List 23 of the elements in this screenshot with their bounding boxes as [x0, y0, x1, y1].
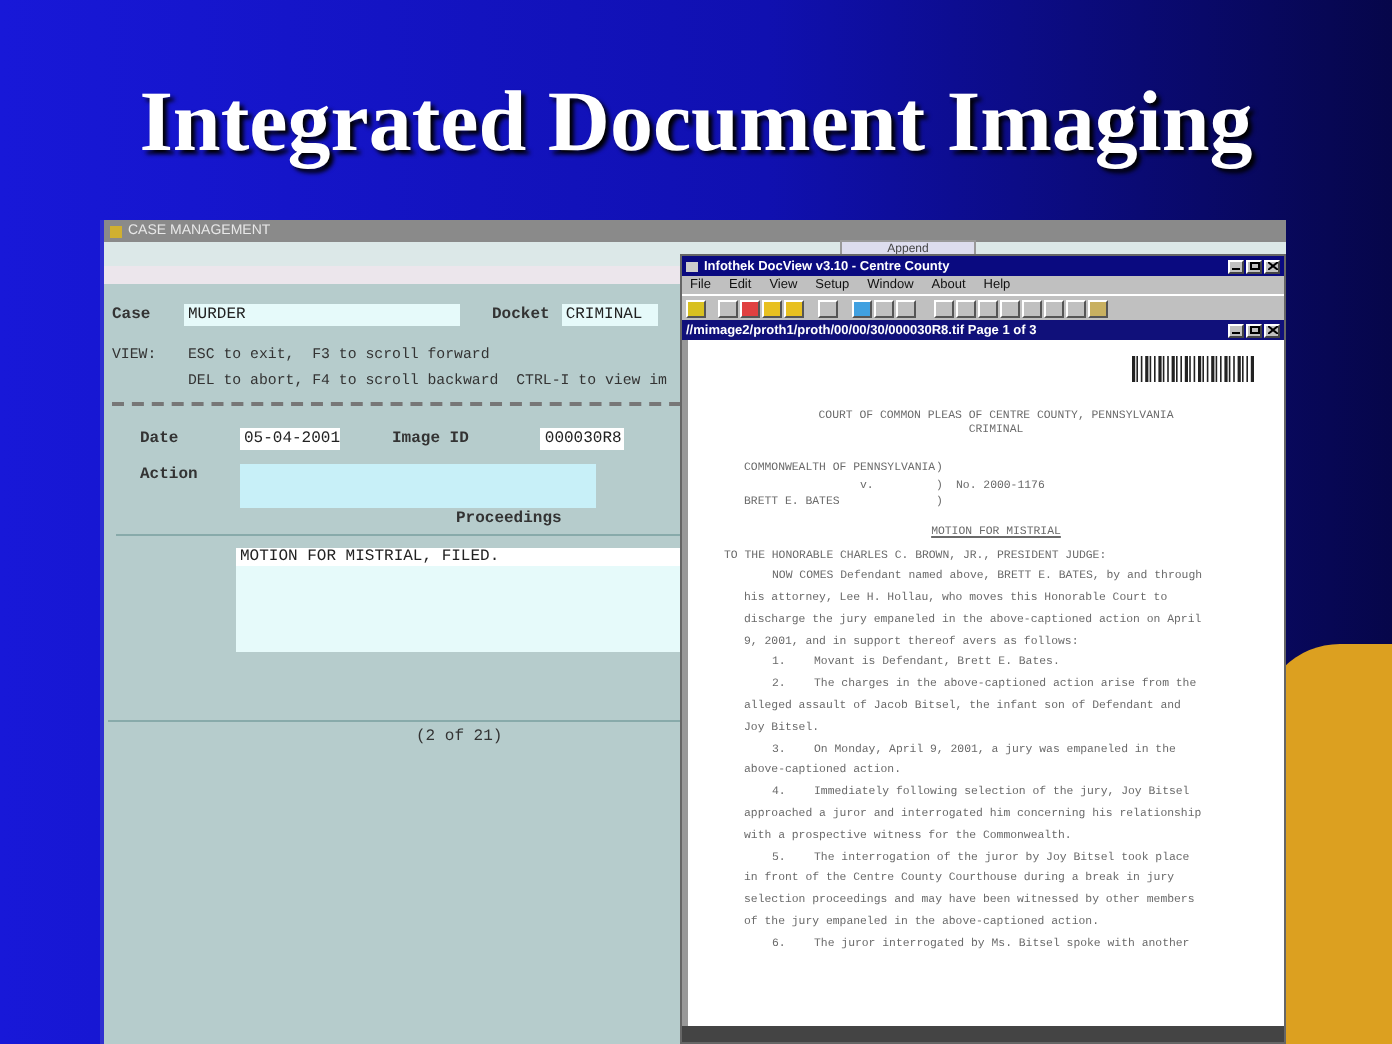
- case-label: Case: [112, 305, 153, 323]
- case-field[interactable]: MURDER: [184, 303, 460, 325]
- image-id-field[interactable]: 000030R8: [540, 427, 625, 449]
- close-icon[interactable]: [1264, 259, 1280, 273]
- barcode-drawing: [1132, 356, 1256, 388]
- maximize-icon[interactable]: [1246, 259, 1262, 273]
- action-label: Action: [140, 465, 200, 483]
- action-field[interactable]: [240, 463, 596, 485]
- image-id-label: Image ID: [392, 429, 469, 447]
- docket-label: Docket: [492, 305, 550, 323]
- record-count: (2 of 21): [416, 727, 503, 745]
- minimize-icon[interactable]: [1228, 259, 1244, 273]
- date-field[interactable]: 05-04-2001: [240, 427, 340, 449]
- proceedings-text-area[interactable]: MOTION FOR MISTRIAL, FILED.: [236, 548, 680, 652]
- maximize-icon[interactable]: [1246, 323, 1262, 337]
- docket-field[interactable]: CRIMINAL: [561, 303, 658, 325]
- slide-title: Integrated Document Imaging: [137, 74, 1255, 174]
- date-label: Date: [140, 429, 181, 447]
- minimize-icon[interactable]: [1228, 323, 1244, 337]
- action-field[interactable]: [240, 485, 596, 507]
- close-icon[interactable]: [1264, 323, 1280, 337]
- proceedings-label: Proceedings: [456, 509, 562, 527]
- proceedings-text: MOTION FOR MISTRIAL, FILED.: [236, 548, 680, 566]
